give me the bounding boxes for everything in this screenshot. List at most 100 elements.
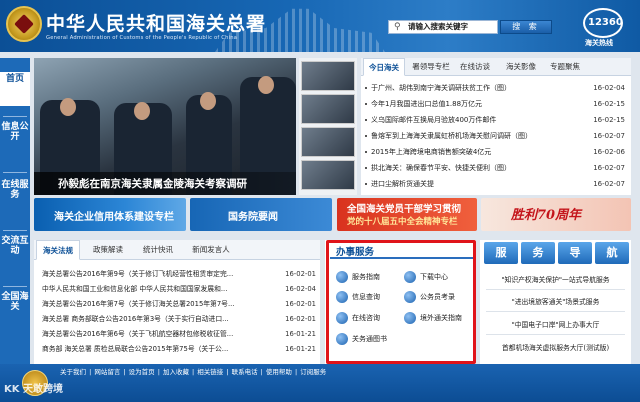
highlight-box — [326, 240, 476, 364]
hotline-logo[interactable]: 12360 海关热线 — [575, 6, 633, 48]
notice-item[interactable]: 海关总署公告2016年第6号（关于飞机航空器材包修税收征管... 16-01-21 — [34, 328, 320, 341]
service-nav-divider — [486, 289, 625, 290]
banner-party-study[interactable]: 全国海关党员干部学习贯彻 党的十八届五中全会精神专栏 — [337, 198, 477, 231]
notice-date: 16-01-21 — [285, 345, 316, 353]
news-item[interactable]: 今年1月我国进出口总值1.88万亿元 16-02-15 — [361, 98, 631, 110]
notice-date: 16-02-04 — [285, 285, 316, 293]
photo-figure-head — [134, 102, 150, 120]
banner-label: 国务院要闻 — [228, 212, 278, 223]
notice-title[interactable]: 海关总署公告2016年第6号（关于飞机航空器材包修税收征管... — [42, 328, 277, 341]
banner-victory-70[interactable]: 胜利70周年 — [481, 198, 631, 231]
slideshow-thumbnail[interactable] — [301, 160, 355, 190]
notices-panel: 海关法规 政策解读 统计快讯 新闻发言人 海关总署公告2016年第9号（关于修订… — [34, 240, 320, 364]
tab-policy-interpretation[interactable]: 政策解读 — [86, 240, 130, 260]
news-item[interactable]: 义乌国际邮件互换局月验放400万件邮件 16-02-15 — [361, 114, 631, 126]
tab-online-interview[interactable]: 在线访谈 — [455, 58, 495, 76]
news-item-date: 16-02-07 — [593, 132, 625, 140]
service-nav-item-traveler-clearance[interactable]: "进出境旅客通关"场景式服务 — [480, 296, 631, 306]
notice-item[interactable]: 海关总署 商务部联合公告2016年第3号（关于实行自动进口... 16-02-01 — [34, 313, 320, 326]
service-nav-block: 航 — [595, 242, 629, 264]
notice-item[interactable]: 海关总署公告2016年第9号（关于修订飞机经营性租赁审定完... 16-02-01 — [34, 268, 320, 281]
service-nav-block: 导 — [558, 242, 592, 264]
news-item-title[interactable]: 进口尘解析货通关提 — [371, 178, 586, 190]
tab-customs-images[interactable]: 海关影像 — [501, 58, 541, 76]
site-title[interactable]: 中华人民共和国海关总署 — [46, 9, 266, 36]
bullet-icon — [365, 119, 367, 121]
sidenav-divider — [3, 116, 27, 117]
search-placeholder[interactable]: 请输入搜索关键字 — [408, 22, 468, 32]
news-item[interactable]: 于广州、胡伟到南宁海关调研扶贫工作（图） 16-02-04 — [361, 82, 631, 94]
sidenav-item-home[interactable]: 首页 — [0, 72, 30, 106]
banner-label: 胜利70周年 — [511, 208, 582, 223]
tab-customs-regulations[interactable]: 海关法规 — [36, 240, 80, 260]
banner-credit-system[interactable]: 海关企业信用体系建设专栏 — [34, 198, 186, 231]
sidenav-item-interaction[interactable]: 交流互动 — [0, 236, 30, 280]
notices-tabbar: 海关法规 政策解读 统计快讯 新闻发言人 — [34, 240, 320, 260]
news-item[interactable]: 进口尘解析货通关提 16-02-07 — [361, 178, 631, 190]
photo-figure-head — [258, 76, 274, 94]
bullet-icon — [365, 135, 367, 137]
notice-item[interactable]: 海关总署公告2016年第7号（关于修订海关总署2015年第7号... 16-02-… — [34, 298, 320, 311]
notice-title[interactable]: 商务部 海关总署 质检总局联合公告2015年第75号（关于公... — [42, 343, 277, 356]
banner-label: 海关企业信用体系建设专栏 — [54, 212, 174, 223]
service-navigation-panel: 服 务 导 航 "知识产权海关保护"一站式导航服务 "进出境旅客通关"场景式服务… — [480, 240, 631, 364]
news-item-date: 16-02-06 — [593, 148, 625, 156]
news-item-date: 16-02-15 — [593, 100, 625, 108]
service-nav-item-airport-virtual-hall[interactable]: 首都机场海关虚拟服务大厅(测试版) — [480, 342, 631, 352]
news-item-title[interactable]: 2015年上海跨境电商销售额突破4亿元 — [371, 146, 586, 158]
service-nav-divider — [486, 311, 625, 312]
bullet-icon — [365, 151, 367, 153]
service-nav-item-e-port[interactable]: "中国电子口岸"网上办事大厅 — [480, 319, 631, 329]
tab-statistics[interactable]: 统计快讯 — [136, 240, 180, 260]
sidenav-item-info-public[interactable]: 信息公开 — [0, 122, 30, 166]
bullet-icon — [365, 167, 367, 169]
hotline-label: 海关热线 — [585, 39, 613, 47]
slideshow-thumbnail[interactable] — [301, 61, 355, 91]
tab-leader-column[interactable]: 署领导专栏 — [407, 58, 455, 76]
news-item[interactable]: 拱北海关：确保春节平安、快捷关便利（图） 16-02-07 — [361, 162, 631, 174]
news-item-title[interactable]: 于广州、胡伟到南宁海关调研扶贫工作（图） — [371, 82, 586, 94]
sidenav-item-online-service[interactable]: 在线服务 — [0, 180, 30, 224]
slideshow-thumbnail[interactable] — [301, 94, 355, 124]
search-icon: ⚲ — [394, 22, 401, 32]
news-item[interactable]: 2015年上海跨境电商销售额突破4亿元 16-02-06 — [361, 146, 631, 158]
banner-state-council-news[interactable]: 国务院要闻 — [190, 198, 332, 231]
notice-date: 16-02-01 — [285, 300, 316, 308]
service-nav-item-ip-protection[interactable]: "知识产权海关保护"一站式导航服务 — [480, 274, 631, 284]
news-item-date: 16-02-04 — [593, 84, 625, 92]
slideshow-thumbnails — [299, 58, 357, 195]
sidenav-item-national-customs[interactable]: 全国海关 — [0, 292, 30, 336]
news-item-title[interactable]: 拱北海关：确保春节平安、快捷关便利（图） — [371, 162, 586, 174]
tab-special-focus[interactable]: 专题聚焦 — [545, 58, 585, 76]
news-item-title[interactable]: 鲁熔军到上海海关隶属虹桥机场海关慰问调研（图） — [371, 130, 586, 142]
side-navigation: 首页 信息公开 在线服务 交流互动 全国海关 — [0, 58, 30, 364]
search-button[interactable]: 搜 索 — [500, 20, 552, 34]
tab-today-customs[interactable]: 今日海关 — [363, 58, 405, 76]
sidenav-divider — [3, 286, 27, 287]
tab-spokesperson[interactable]: 新闻发言人 — [186, 240, 236, 260]
photo-figure-head — [200, 92, 216, 110]
notice-title[interactable]: 海关总署 商务部联合公告2016年第3号（关于实行自动进口... — [42, 313, 277, 326]
news-item-title[interactable]: 义乌国际邮件互换局月验放400万件邮件 — [371, 114, 586, 126]
notice-item[interactable]: 商务部 海关总署 质检总局联合公告2015年第75号（关于公... 16-01-2… — [34, 343, 320, 356]
notice-date: 16-01-21 — [285, 330, 316, 338]
notice-title[interactable]: 中华人民共和国工业和信息化部 中华人民共和国国家发展和... — [42, 283, 277, 296]
site-subtitle: General Administration of Customs of the… — [46, 35, 238, 41]
slideshow-caption[interactable]: 孙毅彪在南京海关隶属金陵海关考察调研 — [58, 176, 247, 191]
bullet-icon — [365, 103, 367, 105]
slideshow-thumbnail[interactable] — [301, 127, 355, 157]
notice-title[interactable]: 海关总署公告2016年第9号（关于修订飞机经营性租赁审定完... — [42, 268, 277, 281]
photo-figure-head — [60, 98, 76, 116]
service-nav-divider — [486, 334, 625, 335]
notice-date: 16-02-01 — [285, 315, 316, 323]
news-item-title[interactable]: 今年1月我国进出口总值1.88万亿元 — [371, 98, 586, 110]
service-nav-block: 服 — [484, 242, 518, 264]
news-tabbar: 今日海关 署领导专栏 在线访谈 海关影像 专题聚焦 — [361, 58, 631, 76]
service-nav-block: 务 — [521, 242, 555, 264]
footer-links[interactable]: 关于我们 | 网站留言 | 设为首页 | 加入收藏 | 相关链接 | 联系电话 … — [60, 366, 620, 376]
customs-emblem-icon[interactable] — [6, 6, 42, 42]
notice-title[interactable]: 海关总署公告2016年第7号（关于修订海关总署2015年第7号... — [42, 298, 277, 311]
news-item[interactable]: 鲁熔军到上海海关隶属虹桥机场海关慰问调研（图） 16-02-07 — [361, 130, 631, 142]
notice-item[interactable]: 中华人民共和国工业和信息化部 中华人民共和国国家发展和... 16-02-04 — [34, 283, 320, 296]
sidenav-divider — [3, 230, 27, 231]
